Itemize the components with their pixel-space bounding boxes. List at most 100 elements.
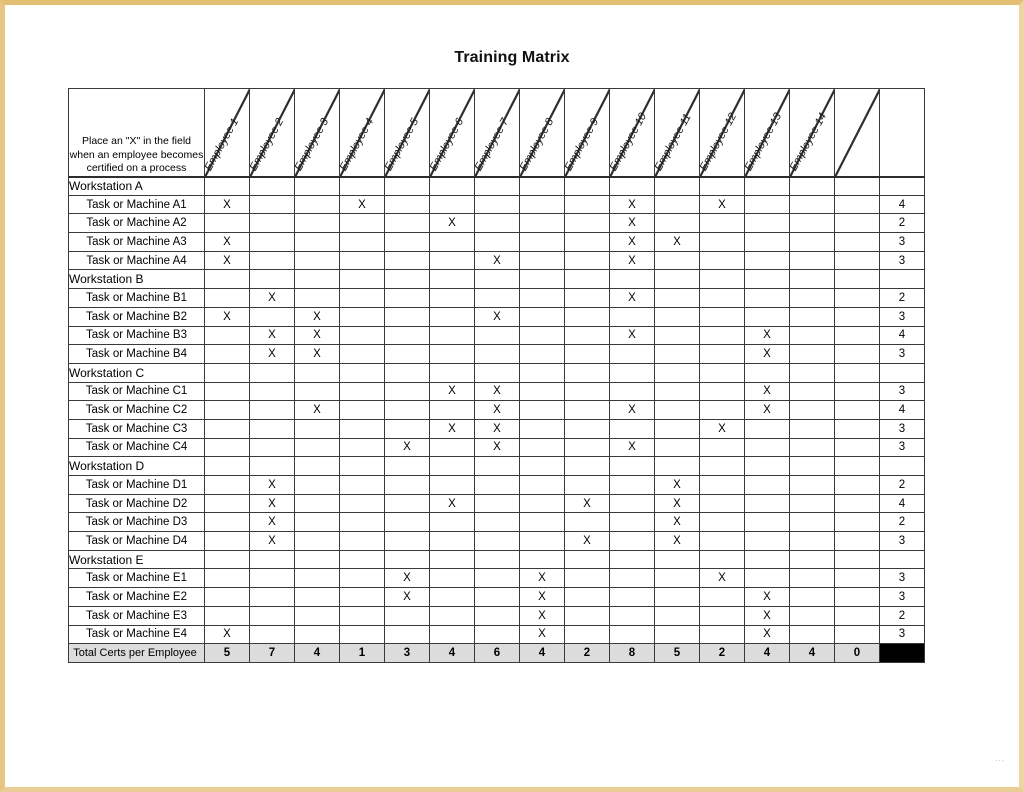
certification-empty-cell[interactable] [744,437,790,458]
certification-empty-cell[interactable] [339,381,385,402]
unlabeled-column-cell[interactable] [834,344,880,364]
certification-empty-cell[interactable] [339,213,385,234]
certification-empty-cell[interactable] [519,437,565,458]
certification-mark-cell[interactable]: X [609,325,655,346]
certification-empty-cell[interactable] [519,493,565,514]
certification-empty-cell[interactable] [654,381,700,402]
certification-empty-cell[interactable] [519,232,565,252]
unlabeled-column-cell[interactable] [834,493,880,514]
certification-empty-cell[interactable] [564,605,610,626]
certification-empty-cell[interactable] [429,437,475,458]
certification-empty-cell[interactable] [789,624,835,645]
certification-mark-cell[interactable]: X [699,418,745,439]
unlabeled-column-cell[interactable] [834,624,880,645]
certification-empty-cell[interactable] [204,288,250,308]
certification-empty-cell[interactable] [519,250,565,271]
certification-empty-cell[interactable] [384,531,430,551]
certification-empty-cell[interactable] [699,344,745,364]
certification-empty-cell[interactable] [699,531,745,551]
certification-empty-cell[interactable] [384,250,430,271]
certification-empty-cell[interactable] [744,232,790,252]
unlabeled-column-cell[interactable] [834,325,880,346]
unlabeled-column-cell[interactable] [834,213,880,234]
certification-empty-cell[interactable] [699,250,745,271]
certification-mark-cell[interactable]: X [609,213,655,234]
certification-empty-cell[interactable] [789,194,835,215]
certification-empty-cell[interactable] [429,587,475,607]
certification-empty-cell[interactable] [609,531,655,551]
certification-mark-cell[interactable]: X [249,325,295,346]
certification-empty-cell[interactable] [294,587,340,607]
certification-empty-cell[interactable] [384,344,430,364]
certification-empty-cell[interactable] [654,250,700,271]
certification-mark-cell[interactable]: X [654,232,700,252]
certification-mark-cell[interactable]: X [474,250,520,271]
certification-mark-cell[interactable]: X [294,325,340,346]
certification-empty-cell[interactable] [699,605,745,626]
certification-empty-cell[interactable] [699,325,745,346]
certification-empty-cell[interactable] [609,493,655,514]
certification-empty-cell[interactable] [339,437,385,458]
unlabeled-column-cell[interactable] [834,232,880,252]
certification-empty-cell[interactable] [519,213,565,234]
certification-empty-cell[interactable] [519,306,565,327]
certification-empty-cell[interactable] [654,306,700,327]
certification-mark-cell[interactable]: X [249,493,295,514]
certification-empty-cell[interactable] [789,605,835,626]
certification-empty-cell[interactable] [744,493,790,514]
employee-column-header-1[interactable]: Employee 1 [204,88,250,178]
certification-empty-cell[interactable] [564,475,610,495]
certification-empty-cell[interactable] [384,381,430,402]
certification-empty-cell[interactable] [339,306,385,327]
certification-empty-cell[interactable] [204,400,250,420]
certification-mark-cell[interactable]: X [204,194,250,215]
certification-empty-cell[interactable] [744,250,790,271]
certification-empty-cell[interactable] [609,587,655,607]
employee-column-header-6[interactable]: Employee 6 [429,88,475,178]
certification-empty-cell[interactable] [249,213,295,234]
certification-empty-cell[interactable] [249,568,295,589]
certification-empty-cell[interactable] [474,288,520,308]
certification-empty-cell[interactable] [429,344,475,364]
certification-empty-cell[interactable] [339,568,385,589]
certification-empty-cell[interactable] [699,381,745,402]
certification-empty-cell[interactable] [204,325,250,346]
certification-empty-cell[interactable] [384,194,430,215]
certification-empty-cell[interactable] [204,475,250,495]
certification-empty-cell[interactable] [474,624,520,645]
unlabeled-column-cell[interactable] [834,288,880,308]
unlabeled-column-cell[interactable] [834,306,880,327]
certification-empty-cell[interactable] [384,418,430,439]
certification-empty-cell[interactable] [429,605,475,626]
certification-empty-cell[interactable] [339,475,385,495]
certification-empty-cell[interactable] [339,512,385,533]
certification-empty-cell[interactable] [789,344,835,364]
certification-empty-cell[interactable] [204,587,250,607]
unlabeled-column-cell[interactable] [834,531,880,551]
certification-mark-cell[interactable]: X [384,437,430,458]
certification-empty-cell[interactable] [429,194,475,215]
employee-column-header-3[interactable]: Employee 3 [294,88,340,178]
certification-mark-cell[interactable]: X [744,400,790,420]
certification-empty-cell[interactable] [519,512,565,533]
unlabeled-column-cell[interactable] [834,400,880,420]
certification-empty-cell[interactable] [249,381,295,402]
certification-mark-cell[interactable]: X [204,232,250,252]
certification-empty-cell[interactable] [204,605,250,626]
certification-empty-cell[interactable] [564,213,610,234]
certification-empty-cell[interactable] [339,587,385,607]
certification-empty-cell[interactable] [519,194,565,215]
certification-empty-cell[interactable] [654,568,700,589]
certification-empty-cell[interactable] [564,288,610,308]
certification-empty-cell[interactable] [699,232,745,252]
certification-empty-cell[interactable] [654,213,700,234]
certification-empty-cell[interactable] [384,475,430,495]
certification-empty-cell[interactable] [429,232,475,252]
unlabeled-column-cell[interactable] [834,194,880,215]
unlabeled-column-cell[interactable] [834,250,880,271]
certification-mark-cell[interactable]: X [744,605,790,626]
certification-mark-cell[interactable]: X [519,568,565,589]
certification-empty-cell[interactable] [699,493,745,514]
certification-empty-cell[interactable] [654,400,700,420]
certification-empty-cell[interactable] [564,325,610,346]
